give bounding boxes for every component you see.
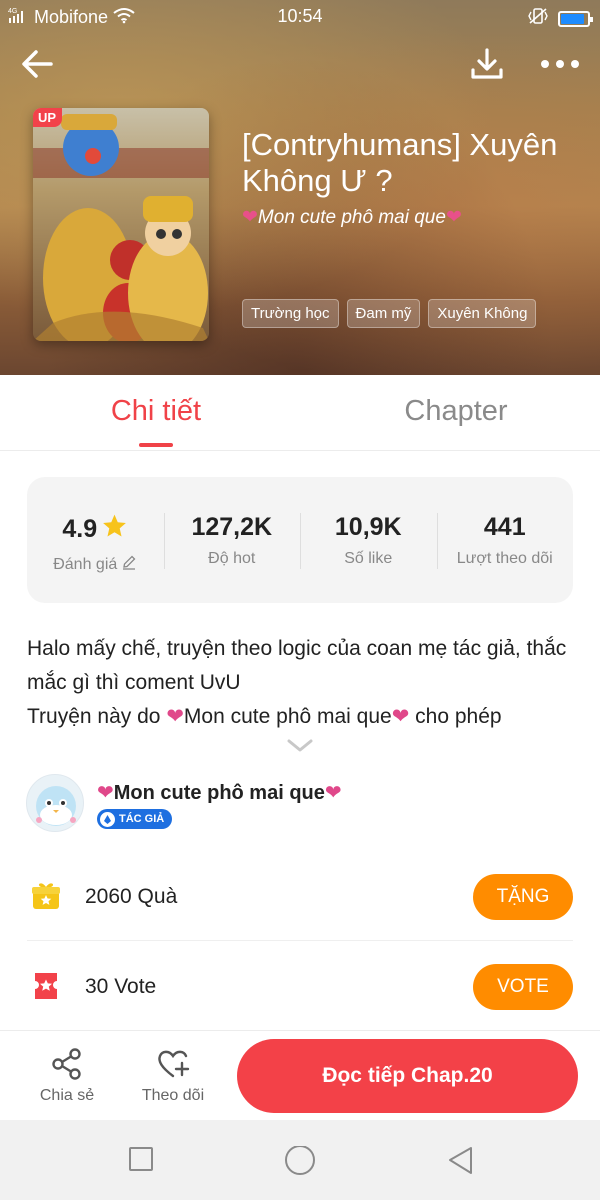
tag-chip[interactable]: Xuyên Không <box>428 299 537 328</box>
description-text: cho phép <box>409 705 502 728</box>
gift-row: 2060 Quà TẶNG <box>27 853 573 941</box>
back-nav-button[interactable] <box>446 1146 476 1181</box>
stat-value: 441 <box>483 513 526 541</box>
author-role-badge: TÁC GIẢ <box>97 809 173 829</box>
stat-rating-label-wrap: Đánh giá <box>27 554 164 575</box>
share-icon <box>27 1047 107 1081</box>
header-author[interactable]: ❤Mon cute phô mai que❤ <box>242 206 572 229</box>
download-icon <box>469 46 505 87</box>
tab-detail[interactable]: Chi tiết <box>0 395 312 428</box>
author-name[interactable]: ❤Mon cute phô mai que❤ <box>97 780 342 805</box>
cover-illustration <box>33 108 209 341</box>
share-label: Chia sẻ <box>39 1087 95 1104</box>
active-tab-indicator <box>139 443 173 447</box>
tag-chip[interactable]: Đam mỹ <box>346 299 421 328</box>
story-title: [Contryhumans] Xuyên Không Ư ? <box>242 127 558 198</box>
stat-label: Đánh giá <box>53 555 118 573</box>
vote-row: 30 Vote VOTE <box>27 943 573 1031</box>
header-author-name: Mon cute phô mai que <box>257 207 446 228</box>
follow-label: Theo dõi <box>141 1087 205 1104</box>
update-badge: UP <box>33 108 63 127</box>
arrow-left-icon <box>19 46 55 87</box>
stat-likes: 10,9K Số like <box>300 477 437 603</box>
battery-icon <box>558 10 593 27</box>
download-button[interactable] <box>465 44 509 88</box>
status-bar: 4G Mobifone 10:54 <box>0 0 600 34</box>
gift-button[interactable]: TẶNG <box>473 874 573 920</box>
stat-value: 10,9K <box>334 513 402 541</box>
star-icon <box>101 513 128 546</box>
stat-followers: 441 Lượt theo dõi <box>436 477 574 603</box>
avatar-image <box>36 786 76 826</box>
bottom-action-bar: Chia sẻ Theo dõi Đọc tiếp Chap.20 <box>0 1030 600 1120</box>
stat-value: 127,2K <box>191 513 273 541</box>
stat-label: Lượt theo dõi <box>456 550 553 567</box>
back-button[interactable] <box>15 44 59 88</box>
edit-icon <box>121 554 137 575</box>
circle-icon <box>284 1145 316 1182</box>
follow-button[interactable]: Theo dõi <box>133 1047 213 1105</box>
gift-count: 2060 Quà <box>85 885 178 908</box>
stats-card: 4.9 Đánh giá 127,2K Độ hot 10,9K Số like… <box>27 477 573 603</box>
description-line: Truyện này do ❤Mon cute phô mai que❤ cho… <box>27 700 577 734</box>
gift-icon <box>31 881 61 911</box>
badge-label: TÁC GIẢ <box>119 813 165 825</box>
stat-value: 4.9 <box>62 515 98 543</box>
heart-icon: ❤ <box>166 705 184 728</box>
status-right <box>528 7 593 30</box>
author-avatar[interactable] <box>26 774 84 832</box>
tag-chip[interactable]: Trường học <box>242 299 339 328</box>
stat-rating-value-wrap: 4.9 <box>27 513 164 546</box>
vote-button[interactable]: VOTE <box>473 964 573 1010</box>
stat-rating[interactable]: 4.9 Đánh giá <box>27 477 164 603</box>
more-options-button[interactable] <box>538 44 582 88</box>
heart-icon: ❤ <box>445 207 462 228</box>
heart-icon: ❤ <box>324 782 342 804</box>
system-navigation-bar <box>0 1120 600 1200</box>
story-description[interactable]: Halo mấy chế, truyện theo logic của coan… <box>27 632 577 734</box>
home-button[interactable] <box>284 1145 316 1183</box>
recent-apps-button[interactable] <box>128 1146 154 1177</box>
battery-level <box>561 13 584 24</box>
ticket-icon <box>31 971 61 1001</box>
heart-icon: ❤ <box>242 207 258 228</box>
description-text: Truyện này do <box>27 705 167 728</box>
pen-icon <box>100 811 115 827</box>
triangle-back-icon <box>446 1147 476 1180</box>
expand-description-button[interactable] <box>286 738 314 759</box>
stat-label: Số like <box>344 550 393 567</box>
heart-icon: ❤ <box>391 705 410 728</box>
chevron-down-icon <box>286 739 314 758</box>
share-button[interactable]: Chia sẻ <box>27 1047 107 1105</box>
genre-tags: Trường học Đam mỹ Xuyên Không <box>242 299 537 328</box>
author-name-text: Mon cute phô mai que <box>113 782 325 804</box>
continue-reading-button[interactable]: Đọc tiếp Chap.20 <box>237 1039 578 1113</box>
clock: 10:54 <box>277 6 323 26</box>
more-dots-icon <box>539 57 581 75</box>
tab-bar: Chi tiết Chapter <box>0 375 600 451</box>
heart-plus-icon <box>133 1047 213 1081</box>
tab-chapter[interactable]: Chapter <box>300 395 600 428</box>
stat-hot: 127,2K Độ hot <box>163 477 301 603</box>
square-icon <box>128 1147 154 1176</box>
description-line: Halo mấy chế, truyện theo logic của coan… <box>27 637 567 694</box>
top-bar <box>0 44 600 90</box>
vibrate-icon <box>528 7 548 30</box>
vote-count: 30 Vote <box>85 975 157 998</box>
story-header: 4G Mobifone 10:54 UP [Contryhumans] Xuyê… <box>0 0 600 375</box>
description-author: Mon cute phô mai que <box>183 705 392 728</box>
heart-icon: ❤ <box>97 782 114 804</box>
cover-image[interactable]: UP <box>33 108 209 341</box>
stat-label: Độ hot <box>208 550 256 567</box>
